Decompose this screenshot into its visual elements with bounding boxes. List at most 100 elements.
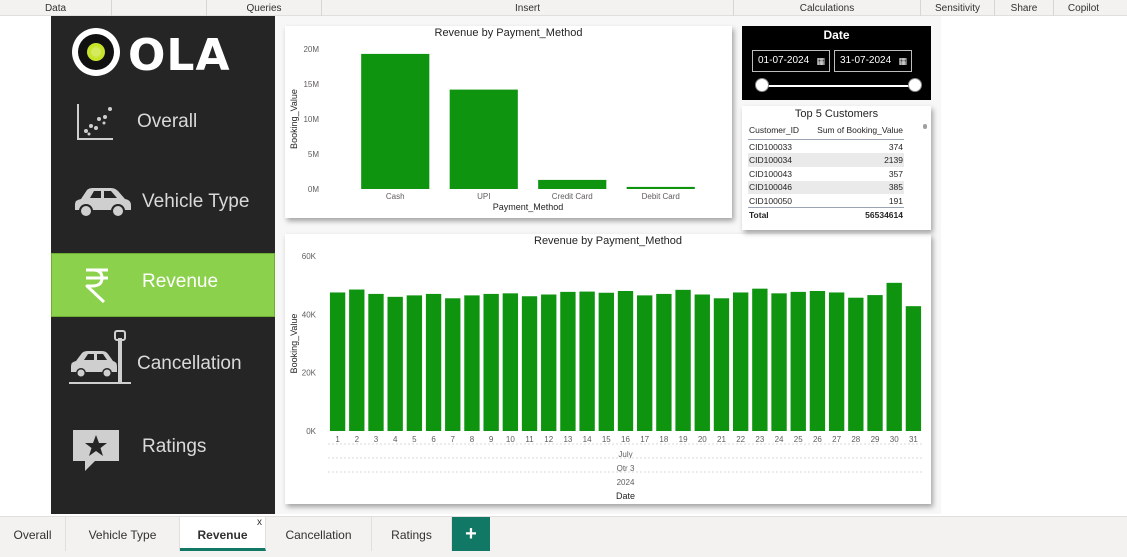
x-tick-label: 13 xyxy=(563,435,572,444)
y-tick-label: 15M xyxy=(303,80,319,89)
bar xyxy=(828,292,845,431)
x-tick-label: 28 xyxy=(851,435,860,444)
customer-id-cell: CID100043 xyxy=(749,168,793,179)
start-date-input[interactable]: 01-07-2024 ▦ xyxy=(752,50,830,72)
nav-item-cancellation[interactable]: Cancellation xyxy=(51,324,275,388)
bar xyxy=(752,288,768,431)
customer-id-cell: CID100034 xyxy=(748,153,807,167)
nav-item-overall[interactable]: Overall xyxy=(51,92,275,156)
add-page-button[interactable]: + xyxy=(452,517,490,551)
tab-ratings[interactable]: Ratings xyxy=(372,517,452,551)
x-tick-label: 31 xyxy=(909,435,918,444)
ribbon-sensitivity[interactable]: Sensitivity xyxy=(921,0,995,16)
table-row[interactable]: CID100050 191 xyxy=(748,194,904,208)
nav-label-revenue: Revenue xyxy=(142,271,219,292)
ribbon-copilot[interactable]: Copilot xyxy=(1054,0,1113,16)
x-tick-label: 16 xyxy=(621,435,630,444)
customer-id-cell: CID100050 xyxy=(749,195,793,206)
y-tick-label: 20K xyxy=(302,369,317,378)
y-tick-label: 0M xyxy=(308,185,319,194)
ribbon-data[interactable]: Data xyxy=(0,0,112,16)
table-total-row: Total 56534614 xyxy=(748,207,904,222)
booking-value-cell: 374 xyxy=(888,141,903,152)
table-row[interactable]: CID100046 385 xyxy=(748,180,904,195)
date-range-end-handle[interactable] xyxy=(908,78,922,92)
close-icon[interactable]: x xyxy=(257,505,262,541)
x-tick-label: 23 xyxy=(755,435,764,444)
ribbon-calculations[interactable]: Calculations xyxy=(734,0,921,16)
nav-item-ratings[interactable]: Ratings xyxy=(51,415,275,479)
x-tick-label: 26 xyxy=(813,435,822,444)
ribbon-queries[interactable]: Queries xyxy=(206,0,322,16)
bar xyxy=(656,293,672,431)
tab-overall[interactable]: Overall xyxy=(0,517,66,551)
bar xyxy=(675,289,691,431)
top-customers-card[interactable]: Top 5 Customers Customer_ID Sum of Booki… xyxy=(742,106,931,230)
tab-vehicle-type[interactable]: Vehicle Type xyxy=(66,517,180,551)
bar xyxy=(637,295,653,431)
col-customer-id[interactable]: Customer_ID xyxy=(748,124,807,140)
date-range-start-handle[interactable] xyxy=(755,78,769,92)
table-row[interactable]: CID100034 2139 xyxy=(748,153,904,167)
bar xyxy=(732,292,749,431)
x-tick-label: 15 xyxy=(602,435,611,444)
bar xyxy=(521,296,538,431)
table-row[interactable]: CID100033 374 xyxy=(748,140,904,154)
booking-value-cell: 2139 xyxy=(806,153,904,167)
daily-revenue-chart-card[interactable]: Revenue by Payment_Method 0K 20K 40K 60K 1 2 3… xyxy=(285,234,931,504)
customer-id-cell: CID100033 xyxy=(749,141,793,152)
bar xyxy=(713,298,730,431)
bar xyxy=(626,186,695,189)
calendar-icon[interactable]: ▦ xyxy=(898,51,907,71)
bar xyxy=(886,282,902,431)
bar xyxy=(579,291,595,431)
bar xyxy=(483,293,499,431)
y-tick-label: 20M xyxy=(303,45,319,54)
booking-value-cell: 357 xyxy=(888,168,903,179)
bar xyxy=(867,295,883,431)
nav-label-vehicle-type: Vehicle Type xyxy=(142,191,250,212)
ribbon-share[interactable]: Share xyxy=(995,0,1054,16)
bar xyxy=(848,297,864,431)
x-tick-label: Credit Card xyxy=(552,192,593,201)
bar xyxy=(790,291,806,431)
x-tick-label: Debit Card xyxy=(642,192,680,201)
nav-item-vehicle-type[interactable]: Vehicle Type xyxy=(51,172,275,236)
nav-label-ratings: Ratings xyxy=(142,436,207,457)
x-tick-label: 29 xyxy=(871,435,880,444)
ribbon-insert[interactable]: Insert xyxy=(322,0,734,16)
tab-revenue[interactable]: Revenue x xyxy=(180,517,266,551)
y-tick-label: 60K xyxy=(302,252,317,261)
tab-cancellation[interactable]: Cancellation xyxy=(266,517,372,551)
end-date-input[interactable]: 31-07-2024 ▦ xyxy=(834,50,912,72)
bar xyxy=(387,296,403,431)
x-tick-label: 17 xyxy=(640,435,649,444)
y-tick-label: 0K xyxy=(306,427,316,436)
calendar-icon[interactable]: ▦ xyxy=(816,51,825,71)
x-tick-label: 3 xyxy=(374,435,379,444)
car-icon xyxy=(75,188,131,218)
top-customers-title: Top 5 Customers xyxy=(794,108,879,120)
payment-method-chart-card[interactable]: Revenue by Payment_Method 0M 5M 10M 15M 20M C… xyxy=(285,26,732,218)
customer-id-cell: CID100046 xyxy=(748,180,807,195)
date-slicer-title: Date xyxy=(823,28,850,42)
bar xyxy=(771,293,787,431)
table-scrollbar[interactable] xyxy=(923,124,927,129)
y-tick-label: 40K xyxy=(302,310,317,319)
x-axis-title: Date xyxy=(616,491,635,501)
logo-text: OLA xyxy=(128,30,231,81)
table-row[interactable]: CID100043 357 xyxy=(748,167,904,181)
daily-revenue-chart: 0K20K40K60K1 2 3 4 5 6 7 8 9 10 11 12 13 14 15 16 17 18 19… xyxy=(289,252,923,501)
nav-item-revenue[interactable]: Revenue xyxy=(51,253,275,317)
bar xyxy=(449,89,518,189)
x-tick-label: 22 xyxy=(736,435,745,444)
x-tick-label: 8 xyxy=(470,435,475,444)
bar xyxy=(538,179,607,189)
date-slicer: Date 01-07-2024 ▦ 31-07-2024 ▦ xyxy=(742,26,931,100)
y-tick-label: 10M xyxy=(303,115,319,124)
col-booking-value[interactable]: Sum of Booking_Value xyxy=(806,124,904,140)
total-value: 56534614 xyxy=(806,207,904,222)
date-range-track[interactable] xyxy=(762,85,916,87)
x-tick-label: 2 xyxy=(355,435,360,444)
x-tick-label: 20 xyxy=(698,435,707,444)
